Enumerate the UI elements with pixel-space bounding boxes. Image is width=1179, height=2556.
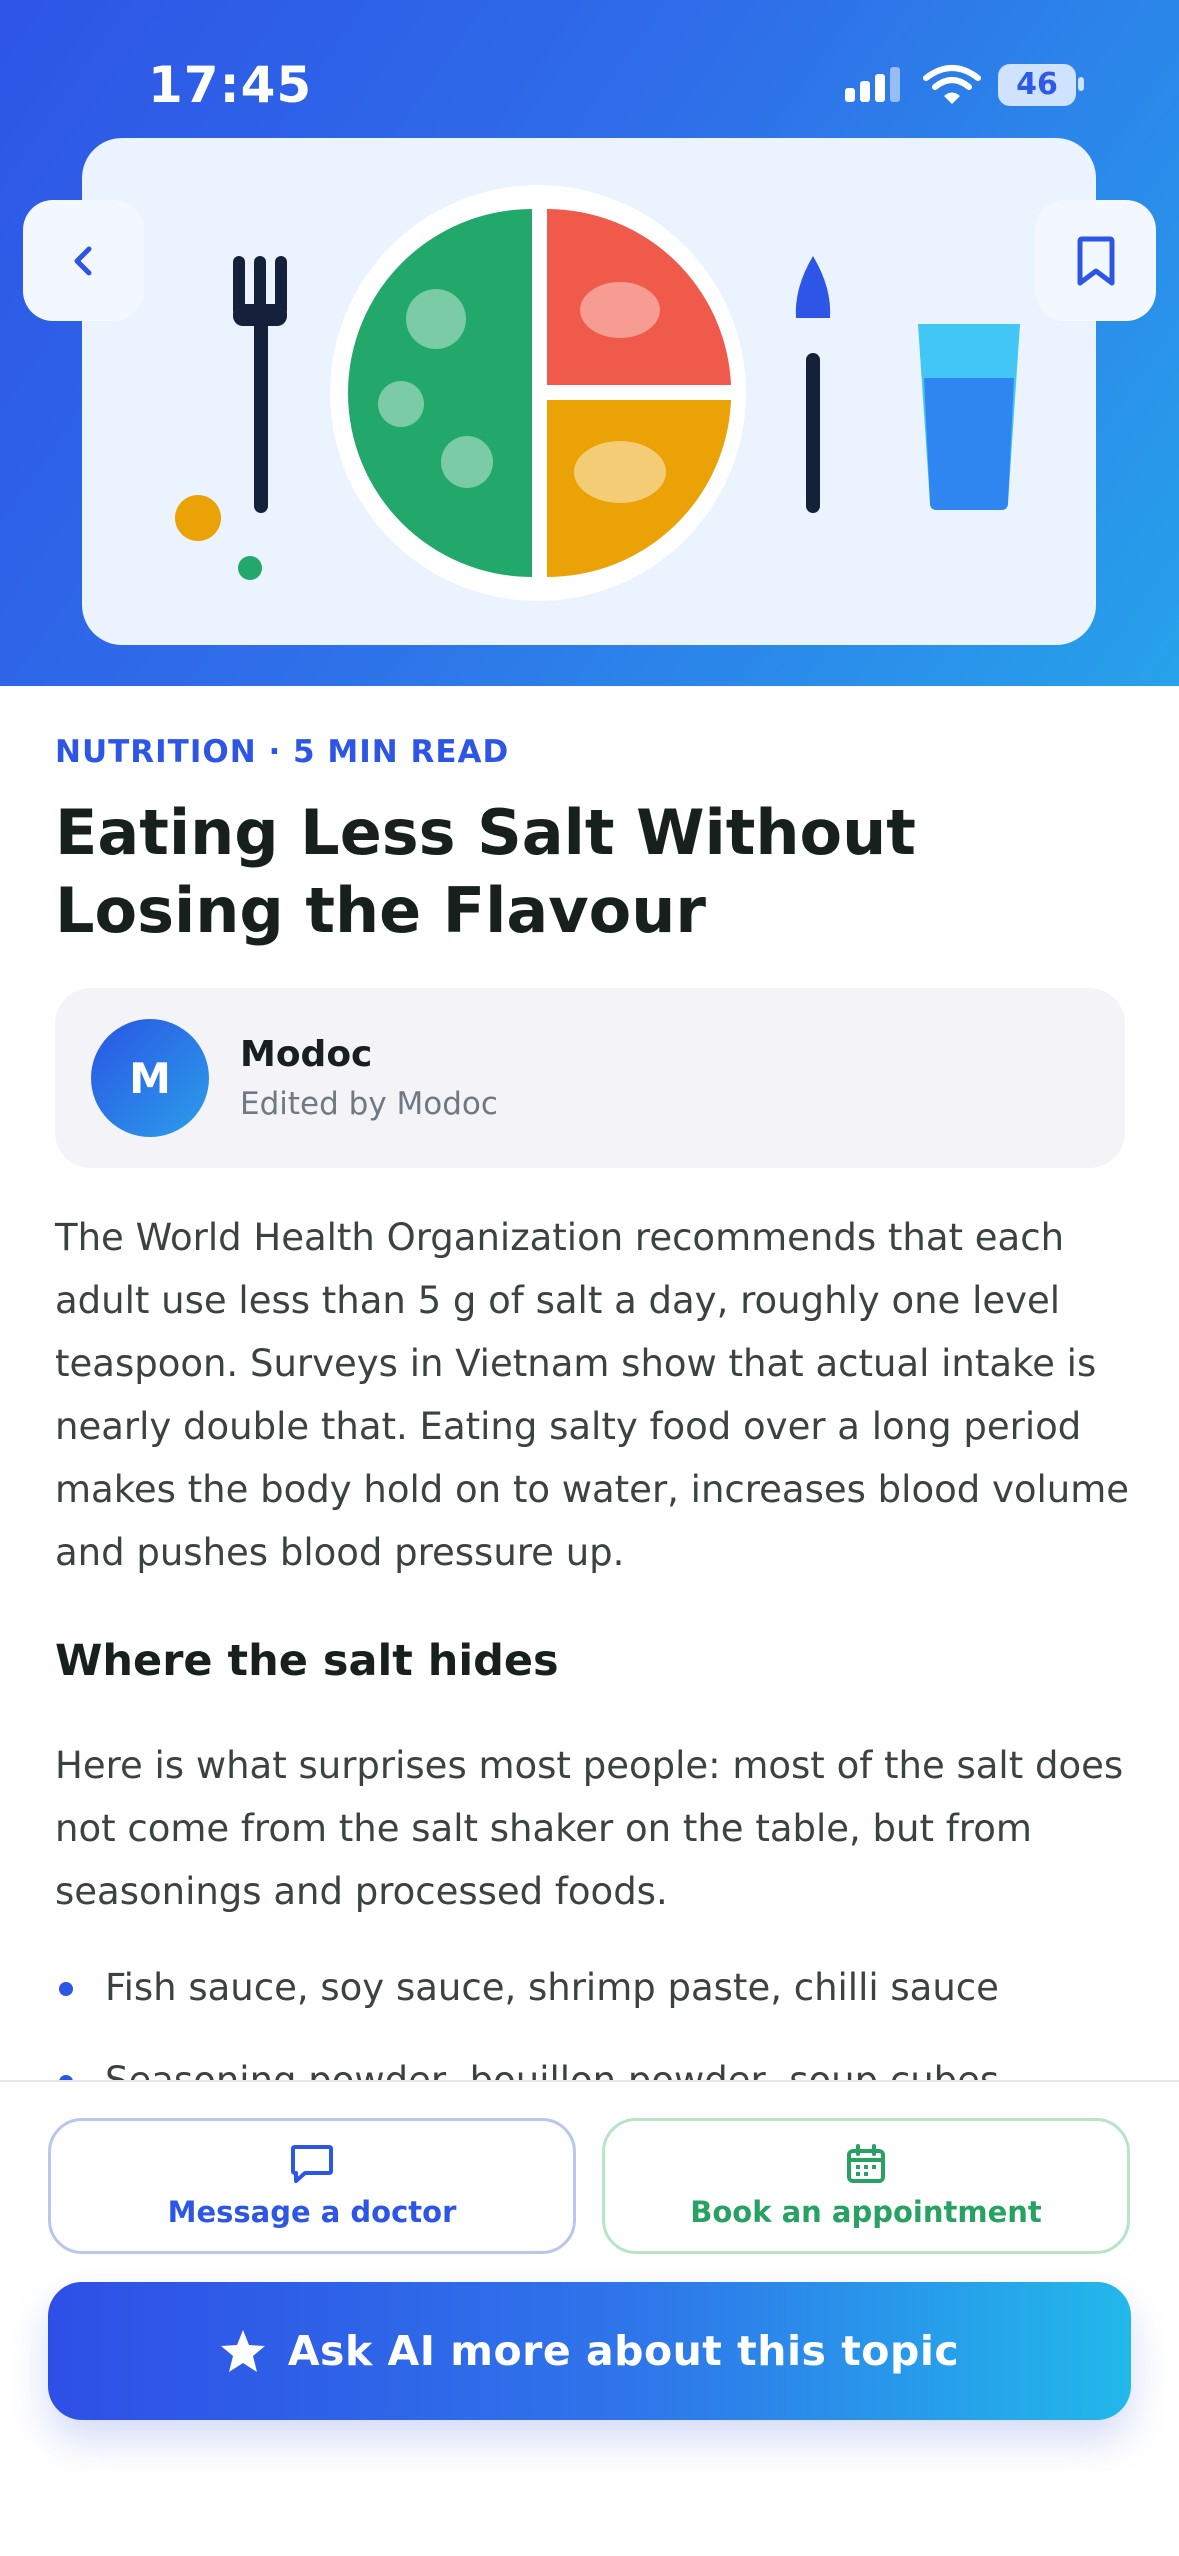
- section-heading: Where the salt hides: [55, 1636, 559, 1686]
- back-button[interactable]: [23, 200, 144, 321]
- status-icons: 46: [840, 62, 1084, 112]
- chat-bubble-icon: [291, 2145, 333, 2183]
- bookmark-icon: [1077, 236, 1114, 285]
- section-body: Here is what surprises most people: most…: [55, 1744, 1124, 1913]
- bottom-action-bar: Message a doctor Book an appointment Ask…: [0, 2080, 1179, 2556]
- list-item-text: Fish sauce, soy sauce, shrimp paste, chi…: [105, 1966, 999, 2009]
- battery-indicator: 46: [998, 64, 1076, 106]
- article-intro: The World Health Organization recommends…: [55, 1216, 1130, 1574]
- fork-icon: [233, 256, 287, 513]
- message-doctor-button[interactable]: Message a doctor: [48, 2118, 576, 2254]
- author-avatar: M: [91, 1019, 209, 1137]
- battery-tip: [1078, 77, 1084, 91]
- list-item: Fish sauce, soy sauce, shrimp paste, chi…: [55, 1956, 1135, 2019]
- status-time: 17:45: [148, 56, 313, 114]
- message-doctor-label: Message a doctor: [167, 2195, 457, 2229]
- author-name: Modoc: [240, 1034, 373, 1075]
- bullet-dot: [59, 1982, 73, 1996]
- article-category: NUTRITION · 5 MIN READ: [55, 734, 510, 770]
- hero-header: 17:45 46: [0, 0, 1179, 686]
- author-card[interactable]: M Modoc Edited by Modoc: [55, 988, 1125, 1168]
- chevron-left-icon: [74, 246, 91, 275]
- book-appointment-label: Book an appointment: [690, 2195, 1042, 2229]
- bookmark-button[interactable]: [1035, 200, 1156, 321]
- ask-ai-button[interactable]: Ask AI more about this topic: [48, 2282, 1131, 2420]
- wifi-icon: [923, 65, 981, 104]
- healthy-plate-illustration: [82, 138, 1096, 645]
- article-title: Eating Less Salt Without Losing the Flav…: [55, 796, 916, 947]
- book-appointment-button[interactable]: Book an appointment: [602, 2118, 1130, 2254]
- star-icon: [220, 2330, 265, 2372]
- ask-ai-label: Ask AI more about this topic: [287, 2327, 960, 2375]
- calendar-icon: [847, 2144, 885, 2183]
- author-editor: Edited by Modoc: [240, 1086, 498, 1122]
